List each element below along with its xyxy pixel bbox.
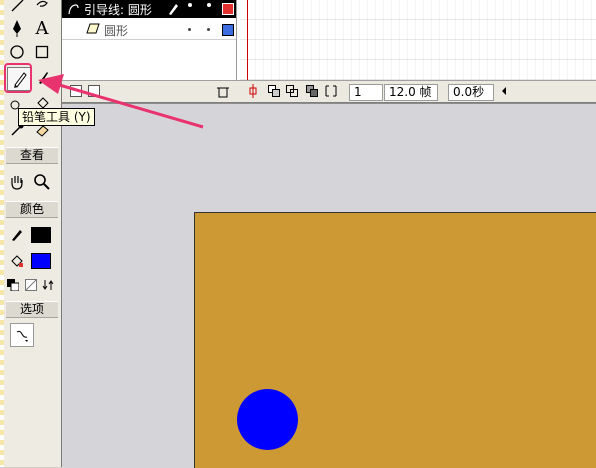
- stroke-pencil-icon: [12, 230, 22, 241]
- elapsed-time-field[interactable]: 0.0秒: [448, 84, 494, 101]
- layer-color-box[interactable]: [222, 3, 234, 15]
- pen-icon: [13, 20, 21, 37]
- black-white-icon: [7, 279, 19, 291]
- center-frame-icon[interactable]: [249, 84, 257, 98]
- no-color-icon: [25, 279, 37, 291]
- modify-onion-markers-icon[interactable]: [325, 85, 337, 97]
- oval-tool-button[interactable]: [6, 41, 28, 63]
- rectangle-icon: [35, 45, 49, 59]
- lock-dot[interactable]: [207, 3, 211, 7]
- rectangle-tool-button[interactable]: [31, 41, 53, 63]
- layer-shape[interactable]: 圆形: [62, 20, 236, 40]
- timeline-status-bar: 1 12.0 帧 0.0秒: [62, 80, 596, 103]
- onion-skin-icon[interactable]: [268, 85, 280, 97]
- options-section-title: 选项: [6, 301, 58, 318]
- visibility-dot[interactable]: [188, 3, 192, 7]
- fill-color-bucket: [6, 250, 28, 272]
- black-white-button[interactable]: [4, 274, 22, 296]
- onion-outline-icon[interactable]: [286, 85, 298, 97]
- add-layer-icon[interactable]: [70, 85, 82, 97]
- hand-icon: [11, 176, 23, 190]
- lasso-tool-button[interactable]: [31, 0, 53, 16]
- scroll-left-icon[interactable]: [500, 86, 508, 96]
- edit-multiple-frames-icon[interactable]: [306, 85, 318, 97]
- pencil-mode-button[interactable]: [10, 323, 34, 347]
- view-section-title: 查看: [6, 147, 58, 164]
- line-icon: [11, 0, 24, 12]
- playhead-line: [247, 0, 248, 80]
- layer-list: 引导线: 圆形 圆形: [62, 0, 237, 80]
- pencil-edit-icon: [169, 4, 178, 15]
- magnifier-icon: [34, 174, 50, 190]
- timeline-panel: 引导线: 圆形 圆形 1 12.0 帧 0.0秒: [62, 0, 596, 103]
- pencil-tooltip: 铅笔工具 (Y): [18, 108, 95, 126]
- frame-rate-field[interactable]: 12.0 帧: [384, 84, 438, 101]
- layer-guide[interactable]: 引导线: 圆形: [62, 0, 236, 18]
- stroke-color-swatch[interactable]: [31, 227, 51, 243]
- brush-tool-button[interactable]: [31, 67, 53, 89]
- lock-dot[interactable]: [207, 28, 210, 31]
- text-tool-button[interactable]: A: [31, 17, 53, 39]
- blue-circle[interactable]: [237, 389, 298, 450]
- zoom-tool-button[interactable]: [31, 171, 53, 193]
- no-color-button[interactable]: [22, 274, 40, 296]
- lasso-icon: [36, 0, 48, 7]
- guide-layer-icon: [68, 4, 79, 15]
- pencil-mode-icon: [16, 330, 28, 342]
- layer-icon: [86, 23, 100, 34]
- layer-shape-label: 圆形: [104, 24, 129, 38]
- line-tool-button[interactable]: [6, 0, 28, 16]
- visibility-dot[interactable]: [188, 28, 191, 31]
- frame-rows: [240, 0, 596, 80]
- hand-tool-button[interactable]: [6, 171, 28, 193]
- color-section-title: 颜色: [6, 201, 58, 218]
- layer-guide-label: 引导线: 圆形: [84, 3, 152, 17]
- swap-icon: [42, 280, 54, 290]
- fill-bucket-icon: [11, 255, 23, 267]
- stroke-color-pencil: [6, 224, 28, 246]
- pencil-highlight-box: [4, 63, 32, 93]
- oval-icon: [10, 45, 24, 59]
- swap-colors-button[interactable]: [39, 274, 57, 296]
- pen-tool-button[interactable]: [6, 17, 28, 39]
- trash-icon[interactable]: [216, 85, 230, 98]
- fill-color-swatch[interactable]: [31, 253, 51, 269]
- text-icon: A: [35, 17, 49, 39]
- layer-color-box[interactable]: [222, 24, 234, 36]
- current-frame-field[interactable]: 1: [349, 84, 383, 101]
- brush-icon: [39, 72, 48, 84]
- add-guide-icon[interactable]: [88, 85, 100, 97]
